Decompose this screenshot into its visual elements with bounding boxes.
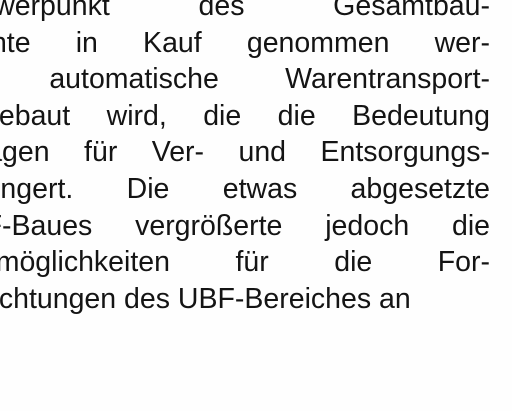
text-line: konnte in Kauf genommen wer- — [0, 26, 490, 59]
text-line: die automatische Warentransport- — [0, 63, 490, 96]
text-line: Schwerpunkt des Gesamtbau- — [0, 0, 490, 22]
text-line: einrichtungen des UBF-Bereiches an — [0, 282, 411, 315]
document-page: Schwerpunkt des Gesamtbau- konnte in Kau… — [0, 0, 512, 411]
text-line: Baumöglichkeiten für die For- — [0, 246, 490, 279]
text-line: Anlagen für Ver- und Entsorgungs- — [0, 136, 490, 169]
text-line: eingebaut wird, die die Bedeutung — [0, 99, 490, 132]
text-line: verringert. Die etwas abgesetzte — [0, 172, 490, 205]
body-text: Schwerpunkt des Gesamtbau- konnte in Kau… — [0, 0, 490, 317]
text-line: UBF-Baues vergrößerte jedoch die — [0, 209, 490, 242]
